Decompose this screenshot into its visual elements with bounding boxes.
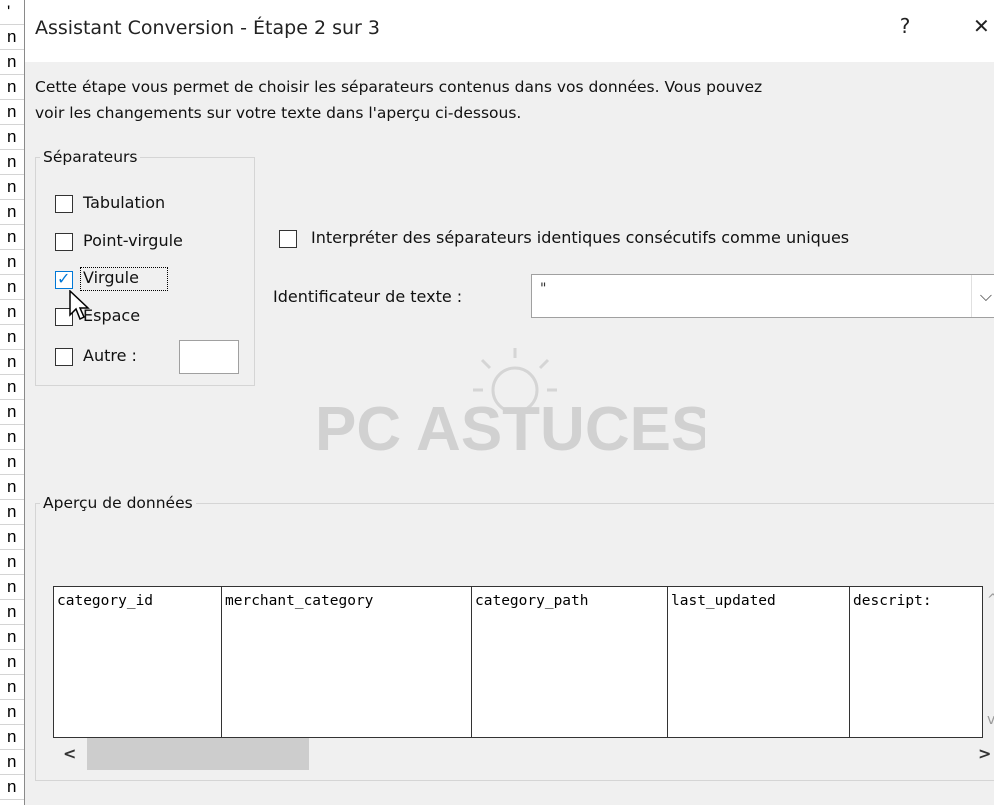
background-cell: n: [0, 275, 24, 300]
background-cell: n: [0, 25, 24, 50]
background-cell: n: [0, 100, 24, 125]
scroll-left-icon[interactable]: <: [63, 744, 76, 763]
preview-column-3[interactable]: category_path: [472, 587, 668, 737]
scroll-right-icon[interactable]: >: [978, 744, 991, 763]
background-cell: ': [0, 0, 24, 25]
scrollbar-thumb[interactable]: [87, 738, 309, 770]
background-cell: n: [0, 175, 24, 200]
text-qualifier-label: Identificateur de texte :: [273, 287, 463, 306]
title-bar: Assistant Conversion - Étape 2 sur 3 ? ✕: [25, 0, 994, 62]
scroll-up-icon[interactable]: ^: [987, 592, 994, 608]
consecutive-label: Interpréter des séparateurs identiques c…: [311, 228, 850, 247]
background-cell: n: [0, 350, 24, 375]
background-cell: n: [0, 650, 24, 675]
chevron-down-icon[interactable]: ⌵: [971, 275, 994, 317]
background-cell: n: [0, 525, 24, 550]
scroll-down-icon[interactable]: v: [987, 712, 994, 728]
background-cell: n: [0, 450, 24, 475]
background-cell: n: [0, 125, 24, 150]
semicolon-label: Point-virgule: [83, 231, 183, 250]
instructions-line-1: Cette étape vous permet de choisir les s…: [35, 78, 763, 96]
text-qualifier-value: ": [540, 281, 547, 297]
tab-checkbox[interactable]: [55, 195, 73, 213]
background-cell: n: [0, 600, 24, 625]
background-cell: n: [0, 500, 24, 525]
semicolon-checkbox[interactable]: [55, 233, 73, 251]
text-qualifier-select[interactable]: " ⌵: [531, 274, 994, 318]
other-checkbox[interactable]: [55, 348, 73, 366]
preview-column-1[interactable]: category_id: [54, 587, 222, 737]
background-cell: n: [0, 575, 24, 600]
comma-checkbox[interactable]: ✓: [55, 269, 73, 289]
background-cell: n: [0, 625, 24, 650]
focus-rectangle: [80, 267, 168, 291]
background-cell: n: [0, 750, 24, 775]
background-cell: n: [0, 700, 24, 725]
watermark-text: PC ASTUCES: [315, 395, 705, 460]
background-spreadsheet-column: ' n n n n n n n n n n n n n n n n n n n n n n n n n n n n n n n: [0, 0, 24, 805]
close-button[interactable]: ✕: [973, 14, 994, 46]
space-label: Espace: [83, 306, 141, 325]
background-cell: n: [0, 725, 24, 750]
background-cell: n: [0, 200, 24, 225]
background-cell: n: [0, 550, 24, 575]
background-cell: n: [0, 225, 24, 250]
preview-column-4[interactable]: last_updated: [668, 587, 850, 737]
text-import-wizard-dialog: Assistant Conversion - Étape 2 sur 3 ? ✕…: [24, 0, 994, 805]
instructions-line-2: voir les changements sur votre texte dan…: [35, 104, 522, 122]
background-cell: n: [0, 400, 24, 425]
background-cell: n: [0, 50, 24, 75]
background-cell: n: [0, 775, 24, 800]
background-cell: n: [0, 475, 24, 500]
consecutive-checkbox[interactable]: [279, 230, 297, 248]
mouse-cursor-icon: [69, 290, 90, 321]
background-cell: n: [0, 675, 24, 700]
other-separator-input[interactable]: [179, 340, 239, 374]
background-cell: n: [0, 375, 24, 400]
background-cell: n: [0, 425, 24, 450]
preview-column-5[interactable]: descript:: [850, 587, 982, 737]
data-preview-grid[interactable]: category_id merchant_category category_p…: [53, 586, 983, 738]
background-cell: n: [0, 150, 24, 175]
tab-label: Tabulation: [83, 193, 166, 212]
background-cell: n: [0, 325, 24, 350]
horizontal-scrollbar[interactable]: < >: [53, 738, 994, 770]
pc-astuces-watermark: PC ASTUCES: [315, 348, 705, 460]
help-button[interactable]: ?: [885, 14, 925, 46]
checkmark-icon: ✓: [57, 269, 71, 288]
background-cell: n: [0, 300, 24, 325]
background-cell: n: [0, 250, 24, 275]
background-cell: n: [0, 75, 24, 100]
separators-legend: Séparateurs: [43, 148, 138, 166]
vertical-scrollbar[interactable]: ^ v: [983, 586, 994, 738]
preview-column-2[interactable]: merchant_category: [222, 587, 472, 737]
other-label: Autre :: [83, 346, 137, 365]
dialog-title: Assistant Conversion - Étape 2 sur 3: [35, 17, 380, 39]
data-preview-legend: Aperçu de données: [43, 494, 193, 512]
